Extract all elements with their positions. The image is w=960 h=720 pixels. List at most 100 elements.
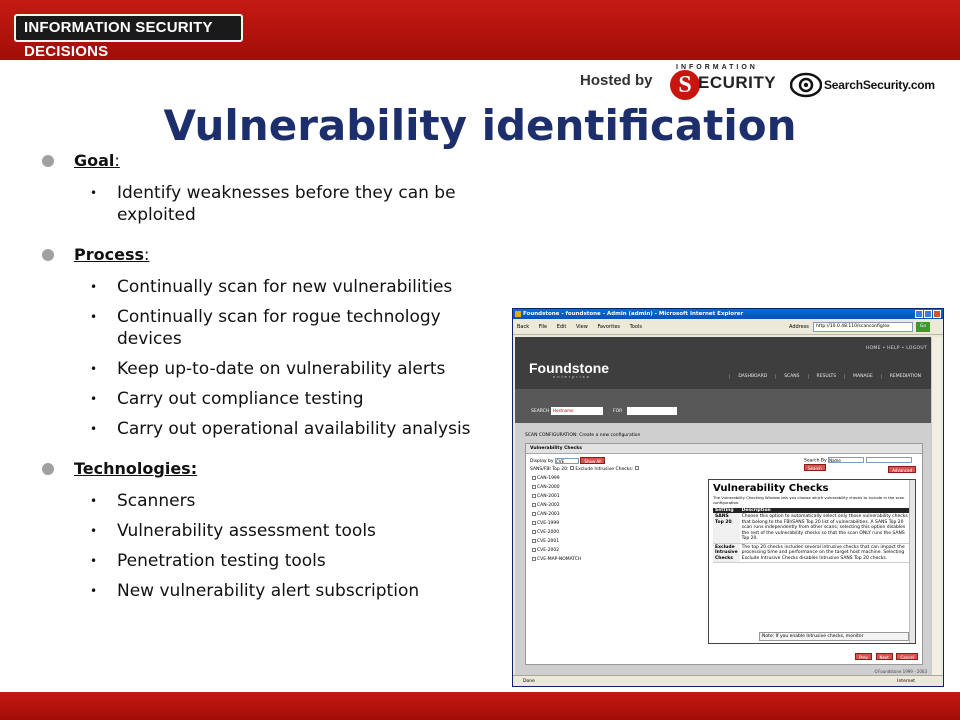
- technologies-heading: Technologies:: [40, 456, 510, 482]
- show-all-button[interactable]: Show All: [580, 457, 606, 464]
- bullet-list: Goal: • Identify weaknesses before they c…: [40, 148, 510, 602]
- page-scrollbar[interactable]: [931, 337, 941, 675]
- filter-row: SANS/FBI Top 20: Exclude Intrusive Check…: [530, 466, 639, 472]
- search-by-input[interactable]: [865, 457, 912, 463]
- nav-manage[interactable]: MANAGE: [844, 374, 881, 379]
- bullet-icon: •: [90, 584, 98, 598]
- display-by-row: Display by CVE Show All: [530, 457, 606, 464]
- table-row: SANS Top 20 Choose this option to automa…: [713, 513, 911, 544]
- address-input[interactable]: http://10.0.48.110/scanconfig/ex: [813, 322, 913, 332]
- vulnerability-tree: CAN-1999 CAN-2000 CAN-2001 CAN-2002 CAN-…: [532, 474, 581, 564]
- list-item: • Carry out compliance testing: [90, 389, 364, 409]
- list-item: • Penetration testing tools: [90, 551, 326, 571]
- nav-remediation[interactable]: REMEDIATION: [880, 374, 929, 379]
- menu-bar: Back File Edit View Favorites Tools Addr…: [513, 319, 943, 335]
- minimize-icon[interactable]: [915, 310, 923, 318]
- panel-title: Vulnerability Checks: [526, 444, 922, 454]
- list-item: • Continually scan for new vulnerabilitie…: [90, 277, 453, 297]
- process-heading: Process:: [40, 242, 510, 268]
- tree-item[interactable]: CAN-2000: [532, 483, 581, 492]
- search-button[interactable]: Search: [804, 463, 826, 471]
- back-button[interactable]: Back: [517, 324, 529, 330]
- close-icon[interactable]: [933, 310, 941, 318]
- tree-item[interactable]: CAN-2001: [532, 492, 581, 501]
- next-button[interactable]: Next: [875, 653, 893, 660]
- search-bar: SEARCH Hostname FOR: [515, 389, 933, 423]
- help-scrollbar[interactable]: [909, 480, 915, 643]
- copyright: ©Foundstone 1999 - 2003: [874, 669, 927, 674]
- tree-item[interactable]: CVE-2002: [532, 546, 581, 555]
- list-item: • New vulnerability alert subscription: [90, 581, 420, 601]
- sans-checkbox[interactable]: [569, 466, 574, 470]
- bullet-icon: •: [90, 422, 98, 436]
- search-by-select[interactable]: Name: [828, 457, 865, 463]
- top-links[interactable]: HOME • HELP • LOGOUT: [866, 346, 927, 351]
- bottom-banner: [0, 692, 960, 720]
- conference-logo: INFORMATION SECURITY DECISIONS: [14, 14, 243, 60]
- information-security-logo: INFORMATION S ECURITY: [668, 64, 776, 100]
- tree-item[interactable]: CAN-2003: [532, 510, 581, 519]
- main-nav: DASHBOARD SCANS RESULTS MANAGE REMEDIATION: [729, 373, 929, 379]
- status-text: Done: [523, 679, 535, 684]
- help-note: Note: If you enable Intrusive checks, mo…: [759, 632, 909, 641]
- menu-file[interactable]: File: [539, 324, 547, 330]
- bullet-icon: •: [90, 494, 98, 508]
- list-item: • Vulnerability assessment tools: [90, 521, 376, 541]
- exclude-checkbox[interactable]: [634, 466, 639, 470]
- web-page: HOME • HELP • LOGOUT Foundstone enterpri…: [515, 337, 933, 675]
- bullet-icon: •: [90, 186, 98, 200]
- window-titlebar: Foundstone - foundstone - Admin (admin) …: [513, 309, 943, 319]
- bullet-icon: •: [90, 280, 98, 294]
- searchsecurity-logo: SearchSecurity.com: [788, 70, 950, 102]
- address-label: Address: [789, 324, 809, 330]
- menu-edit[interactable]: Edit: [557, 324, 567, 330]
- hosted-by-label: Hosted by: [580, 72, 653, 89]
- search-label: SEARCH: [531, 409, 550, 414]
- menu-favorites[interactable]: Favorites: [597, 324, 620, 330]
- list-item: • Carry out operational availability anal…: [90, 419, 471, 439]
- help-title: Vulnerability Checks: [713, 483, 829, 494]
- app-header: HOME • HELP • LOGOUT Foundstone enterpri…: [515, 337, 933, 389]
- tree-item[interactable]: CVE-MAP-NOMATCH: [532, 555, 581, 564]
- slide-title: Vulnerability identification: [163, 101, 797, 150]
- maximize-icon[interactable]: [924, 310, 932, 318]
- bullet-dot-icon: [42, 463, 54, 475]
- menu-view[interactable]: View: [576, 324, 588, 330]
- table-row: Exclude Intrusive Checks The top 20 chec…: [713, 543, 911, 563]
- menu-tools[interactable]: Tools: [630, 324, 642, 330]
- goal-heading: Goal:: [40, 148, 510, 174]
- ie-icon: [515, 311, 521, 317]
- advanced-button[interactable]: Advanced: [888, 466, 916, 473]
- tree-item[interactable]: CVE-2000: [532, 528, 581, 537]
- bullet-icon: •: [90, 554, 98, 568]
- help-intro: The Vulnerability Checking Window lets y…: [713, 495, 905, 505]
- foundstone-logo: Foundstone enterprise: [529, 360, 610, 379]
- list-item: • Keep up-to-date on vulnerability alerts: [90, 359, 446, 379]
- bullet-dot-icon: [42, 249, 54, 261]
- eye-icon: [790, 72, 822, 98]
- browser-screenshot: Foundstone - foundstone - Admin (admin) …: [512, 308, 944, 687]
- tree-item[interactable]: CVE-2001: [532, 537, 581, 546]
- bullet-icon: •: [90, 310, 98, 324]
- bullet-icon: •: [90, 362, 98, 376]
- search-input[interactable]: [627, 407, 677, 415]
- bullet-dot-icon: [42, 155, 54, 167]
- nav-dashboard[interactable]: DASHBOARD: [729, 374, 775, 379]
- bullet-icon: •: [90, 524, 98, 538]
- help-popup: Vulnerability Checks The Vulnerability C…: [708, 479, 916, 644]
- tree-item[interactable]: CAN-2002: [532, 501, 581, 510]
- nav-scans[interactable]: SCANS: [775, 374, 807, 379]
- tree-item[interactable]: CAN-1999: [532, 474, 581, 483]
- search-type-select[interactable]: Hostname: [551, 407, 603, 415]
- tree-item[interactable]: CVE-1999: [532, 519, 581, 528]
- list-item: • Identify weaknesses before they can be …: [90, 183, 456, 225]
- display-by-select[interactable]: CVE: [554, 457, 579, 464]
- cancel-button[interactable]: Cancel: [896, 653, 918, 660]
- go-button[interactable]: Go: [916, 322, 930, 332]
- window-title: Foundstone - foundstone - Admin (admin) …: [523, 311, 744, 317]
- prev-button[interactable]: Prev: [855, 653, 872, 660]
- nav-results[interactable]: RESULTS: [807, 374, 845, 379]
- list-item: • Scanners: [90, 491, 196, 511]
- breadcrumb: SCAN CONFIGURATION: Create a new configu…: [525, 433, 641, 438]
- top-banner: INFORMATION SECURITY DECISIONS: [0, 0, 960, 60]
